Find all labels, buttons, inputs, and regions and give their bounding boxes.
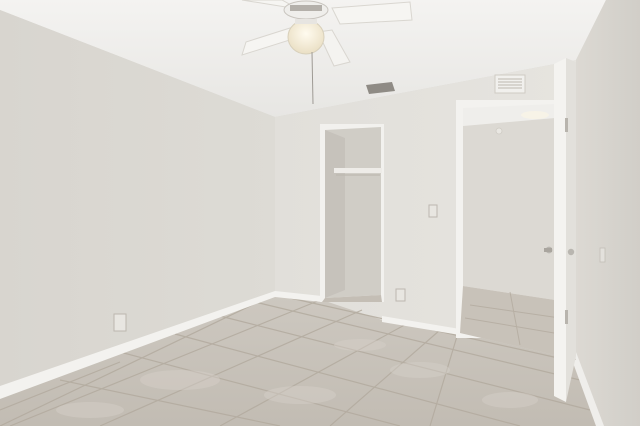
closet-side-wall [325,130,345,298]
door-knob-back [567,248,575,256]
door-edge [566,58,576,402]
switch-right-wall [599,247,606,263]
right-wall [576,0,640,426]
wall-air-vent [494,74,526,94]
hall-ceiling-light [521,111,549,119]
door-hinge-bottom [565,310,568,324]
fan-light-globe [287,19,325,55]
closet [320,124,384,302]
door-knob-stem [544,248,552,252]
fan-light-fitter [295,19,317,24]
door-hinge-top [565,118,568,132]
bedroom-illustration [0,0,640,426]
hall-wall [463,118,555,300]
smoke-detector [495,127,503,135]
outlet-left-wall [113,313,127,332]
light-switch [428,204,438,218]
closet-shelf [334,168,382,173]
bedroom-photo [0,0,640,426]
outlet-back-wall [395,288,406,302]
fan-motor-vents [290,5,322,11]
door-slab [554,58,566,402]
